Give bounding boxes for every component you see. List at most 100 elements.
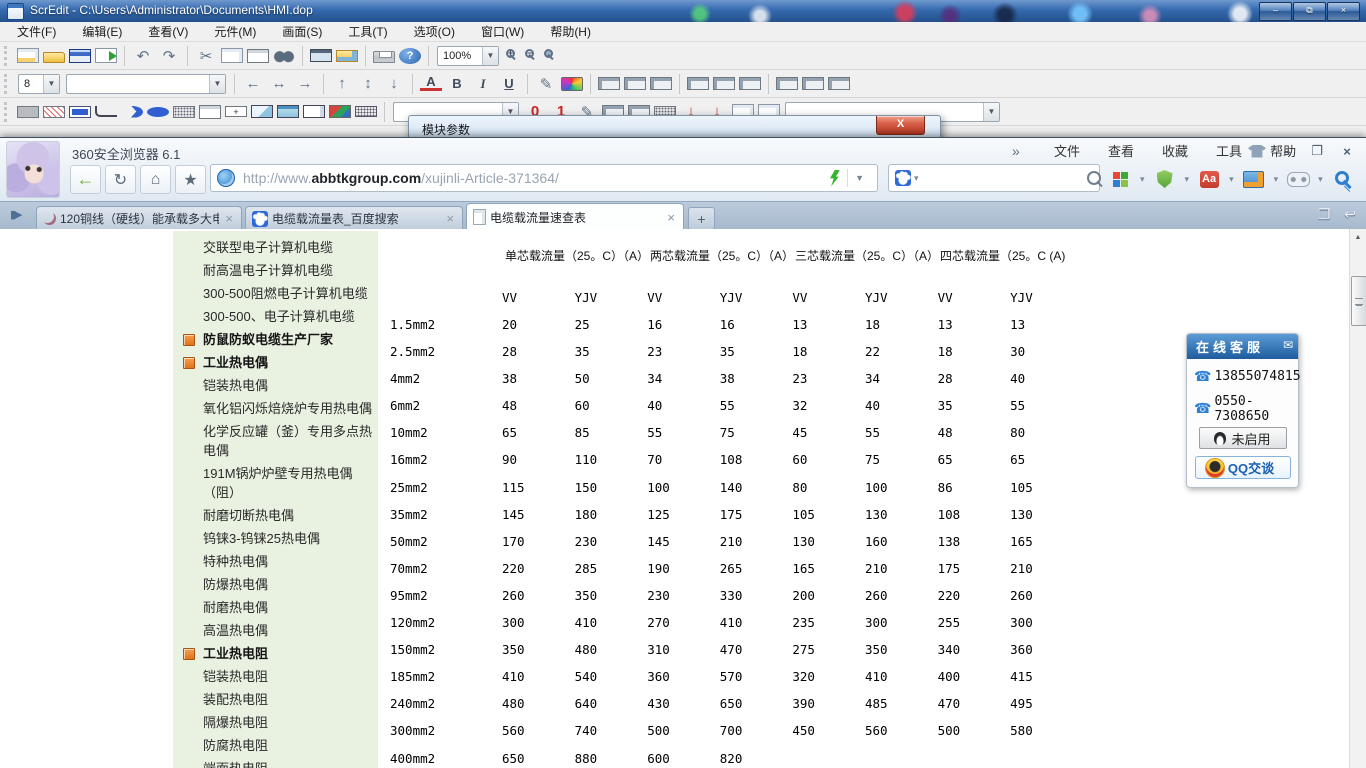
screenshot-icon[interactable] — [1242, 167, 1266, 191]
font-color-icon[interactable]: A — [420, 76, 442, 91]
caret-icon[interactable]: ▾ — [1133, 174, 1152, 185]
pen-icon[interactable]: ✎ — [535, 73, 557, 95]
scrollbar-thumb[interactable] — [1351, 276, 1366, 326]
arc-icon[interactable] — [121, 106, 143, 118]
layout-4-icon[interactable] — [687, 77, 709, 90]
align-right-icon[interactable]: → — [294, 73, 316, 95]
sidebar-item[interactable]: 化学反应罐（釜）专用多点热电偶 — [173, 420, 378, 462]
sidebar-item[interactable]: 191M锅炉炉壁专用热电偶（阻） — [173, 462, 378, 504]
tab-copper-wire[interactable]: 120铜线（硬线）能承载多大电× — [36, 206, 242, 230]
tab-baidu-search[interactable]: 电缆载流量表_百度搜索× — [245, 206, 463, 230]
skin-button[interactable] — [1242, 141, 1272, 161]
screedit-menu-screen[interactable]: 画面(S) — [269, 22, 335, 42]
search-magnifier-icon[interactable] — [1087, 171, 1101, 185]
address-bar[interactable]: http://www.abbtkgroup.com/xujinli-Articl… — [210, 164, 878, 192]
tab-ampacity-table[interactable]: 电缆载流量速查表× — [466, 203, 684, 230]
reopen-closed-tab-icon[interactable]: ↩ — [1344, 206, 1356, 223]
polyline-icon[interactable] — [95, 106, 117, 117]
align-middle-icon[interactable]: ↕ — [357, 73, 379, 95]
tab-close-icon[interactable]: × — [444, 211, 456, 226]
sidebar-item[interactable]: 高温热电偶 — [173, 619, 378, 642]
sidebar-item[interactable]: 特种热电偶 — [173, 550, 378, 573]
sidebar-item[interactable]: 防鼠防蚁电缆生产厂家 — [173, 328, 378, 351]
browser-restore-button[interactable]: ❐ — [1302, 141, 1332, 161]
font-name[interactable]: ▼ — [66, 74, 226, 94]
dialog-close-button[interactable]: X — [876, 116, 925, 135]
screedit-menu-window[interactable]: 窗口(W) — [468, 22, 537, 42]
sidebar-item[interactable]: 铠装热电偶 — [173, 374, 378, 397]
url-text[interactable]: http://www.abbtkgroup.com/xujinli-Articl… — [243, 170, 825, 186]
align-bottom-icon[interactable]: ↓ — [383, 73, 405, 95]
screedit-menu-component[interactable]: 元件(M) — [201, 22, 269, 42]
rect-plus-icon[interactable]: + — [225, 106, 247, 117]
browser-menu-file[interactable]: 文件 — [1040, 143, 1094, 161]
caret-icon[interactable]: ▾ — [1178, 174, 1197, 185]
dropdown-caret-icon[interactable]: ▼ — [43, 75, 59, 93]
layout-8-icon[interactable] — [802, 77, 824, 90]
sidebar-item[interactable]: 装配热电阻 — [173, 688, 378, 711]
security-shield-icon[interactable] — [1153, 167, 1177, 191]
refresh-button[interactable]: ↻ — [105, 165, 136, 194]
cut-icon[interactable]: ✂ — [195, 45, 217, 67]
home-button[interactable]: ⌂ — [140, 165, 171, 194]
sidebar-item[interactable]: 交联型电子计算机电缆 — [173, 236, 378, 259]
sidebar-item[interactable]: 300-500、电子计算机电缆 — [173, 305, 378, 328]
page-scrollbar[interactable]: ▲ — [1349, 229, 1366, 768]
italic-icon[interactable]: I — [472, 73, 494, 95]
screedit-close-button[interactable]: × — [1327, 2, 1360, 21]
translate-icon[interactable]: Aa — [1197, 167, 1221, 191]
hmi-element-icon[interactable] — [329, 105, 351, 118]
sidebar-item[interactable]: 耐磨切断热电偶 — [173, 504, 378, 527]
scrollbar-up-arrow[interactable]: ▲ — [1350, 229, 1366, 245]
bold-icon[interactable]: B — [446, 73, 468, 95]
user-avatar[interactable] — [6, 141, 60, 198]
font-size[interactable]: 8▼ — [18, 74, 60, 94]
back-button[interactable]: ← — [70, 165, 101, 194]
favorite-star-button[interactable]: ★ — [175, 165, 206, 194]
screedit-menu-file[interactable]: 文件(F) — [4, 22, 69, 42]
rect-hatched-icon[interactable] — [43, 106, 65, 118]
sidebar-item[interactable]: 耐高温电子计算机电缆 — [173, 259, 378, 282]
rect-gray-icon[interactable] — [17, 106, 39, 118]
browser-menu-favorites[interactable]: 收藏 — [1148, 143, 1202, 161]
zoom-in-icon[interactable]: + — [506, 49, 515, 58]
browser-menu-view[interactable]: 查看 — [1094, 143, 1148, 161]
ellipse-icon[interactable] — [147, 107, 169, 117]
apps-grid-icon[interactable] — [1108, 167, 1132, 191]
align-top-icon[interactable]: ↑ — [331, 73, 353, 95]
redo-icon[interactable]: ↷ — [158, 45, 180, 67]
layout-2-icon[interactable] — [624, 77, 646, 90]
new-file-icon[interactable] — [17, 48, 39, 63]
sidebar-item[interactable]: 工业热电偶 — [173, 351, 378, 374]
browser-close-button[interactable]: × — [1332, 141, 1362, 161]
sidebar-item[interactable]: 钨铼3-钨铼25热电偶 — [173, 527, 378, 550]
tab-close-icon[interactable]: × — [223, 211, 235, 226]
screedit-minimize-button[interactable]: – — [1259, 2, 1292, 21]
zoom-region-icon[interactable] — [544, 49, 553, 58]
open-file-icon[interactable] — [43, 52, 65, 63]
dropdown-caret-icon[interactable]: ▼ — [482, 47, 498, 65]
help-icon[interactable]: ? — [399, 48, 421, 64]
service-panel-header[interactable]: 在线客服 ✉ — [1187, 334, 1298, 359]
sidebar-item[interactable]: 端面热电阻 — [173, 757, 378, 768]
browser-minimize-button[interactable]: – — [1272, 141, 1302, 161]
qq-chat-button[interactable]: QQ交谈 — [1195, 456, 1291, 479]
underline-icon[interactable]: U — [498, 73, 520, 95]
caret-icon[interactable]: ▾ — [1311, 174, 1330, 185]
sidebar-item[interactable]: 防腐热电阻 — [173, 734, 378, 757]
dropdown-caret-icon[interactable]: ▼ — [209, 75, 225, 93]
caret-icon[interactable]: ▾ — [1267, 174, 1286, 185]
search-input[interactable] — [928, 170, 1087, 186]
sidebar-item[interactable]: 耐磨热电偶 — [173, 596, 378, 619]
rect-filled-icon[interactable] — [69, 106, 91, 118]
qq-offline-button[interactable]: 未启用 — [1199, 427, 1287, 449]
games-icon[interactable] — [1286, 167, 1310, 191]
picture-frame-icon[interactable] — [251, 105, 273, 118]
layout-6-icon[interactable] — [739, 77, 761, 90]
pattern-icon[interactable] — [173, 106, 195, 118]
search-box[interactable]: ▾ — [888, 164, 1100, 192]
copy-icon[interactable] — [221, 48, 243, 63]
zoom-out-icon[interactable]: − — [525, 49, 534, 58]
layout-7-icon[interactable] — [776, 77, 798, 90]
session-restore-icon[interactable]: ▮▶ — [10, 208, 21, 221]
